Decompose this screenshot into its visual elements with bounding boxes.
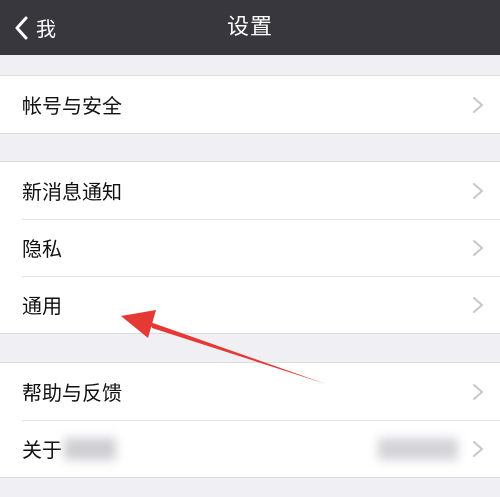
settings-item-notifications[interactable]: 新消息通知	[0, 162, 500, 219]
settings-item-label: 关于	[22, 438, 62, 462]
settings-item-label: 帐号与安全	[22, 94, 122, 118]
chevron-right-icon	[472, 383, 484, 401]
chevron-right-icon	[472, 182, 484, 200]
settings-item-about[interactable]: 关于	[0, 420, 500, 477]
settings-item-label: 新消息通知	[22, 180, 122, 204]
blurred-redaction	[378, 438, 458, 460]
blurred-redaction	[64, 438, 116, 460]
settings-group-help: 帮助与反馈 关于	[0, 362, 500, 478]
settings-item-help-feedback[interactable]: 帮助与反馈	[0, 363, 500, 420]
chevron-right-icon	[472, 96, 484, 114]
settings-item-label: 通用	[22, 294, 62, 318]
settings-group-general: 新消息通知 隐私 通用	[0, 161, 500, 334]
chevron-right-icon	[472, 440, 484, 458]
settings-item-privacy[interactable]: 隐私	[0, 219, 500, 276]
settings-item-label: 帮助与反馈	[22, 381, 122, 405]
chevron-right-icon	[472, 296, 484, 314]
settings-group-account: 帐号与安全	[0, 75, 500, 134]
settings-item-label: 隐私	[22, 237, 62, 261]
settings-item-account-security[interactable]: 帐号与安全	[0, 76, 500, 133]
chevron-right-icon	[472, 239, 484, 257]
settings-item-general[interactable]: 通用	[0, 276, 500, 333]
page-title: 设置	[226, 15, 273, 40]
navigation-bar: 我 设置	[0, 0, 500, 55]
